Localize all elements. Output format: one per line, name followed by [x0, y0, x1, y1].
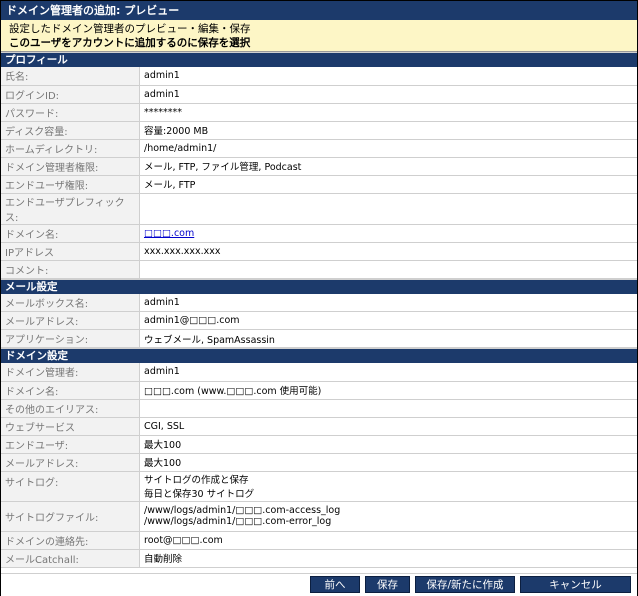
row-label: パスワード: — [1, 103, 140, 122]
row-value: 容量:2000 MB — [139, 121, 637, 140]
notice-box: 設定したドメイン管理者のプレビュー・編集・保存 このユーザをアカウントに追加する… — [1, 20, 637, 52]
preview-window: ドメイン管理者の追加: プレビュー 設定したドメイン管理者のプレビュー・編集・保… — [0, 0, 638, 596]
row-label: メールボックス名: — [1, 293, 140, 312]
row-value: 最大100 — [139, 435, 637, 454]
back-button[interactable]: 前へ — [310, 576, 360, 593]
table-row: ドメイン管理者: admin1 — [1, 363, 637, 382]
table-row: エンドユーザ: 最大100 — [1, 435, 637, 454]
row-label: アプリケーション: — [1, 329, 140, 348]
row-label: ドメインの連絡先: — [1, 531, 140, 550]
table-row: ドメイン名: □□□.com — [1, 224, 637, 243]
section-mail: メール設定 — [1, 278, 637, 294]
row-value: admin1 — [139, 67, 637, 86]
domain-link[interactable]: □□□.com — [144, 228, 194, 239]
sitelog-line-1: サイトログの作成と保存 — [144, 475, 249, 486]
table-row: エンドユーザ権限: メール, FTP — [1, 175, 637, 194]
table-row: アプリケーション: ウェブメール, SpamAssassin — [1, 329, 637, 348]
row-label: メールCatchall: — [1, 549, 140, 568]
table-row: ドメイン名: □□□.com (www.□□□.com 使用可能) — [1, 381, 637, 400]
table-row: ウェブサービス CGI, SSL — [1, 417, 637, 436]
row-label: 氏名: — [1, 67, 140, 86]
row-value: xxx.xxx.xxx.xxx — [139, 242, 637, 261]
row-value: ******** — [139, 103, 637, 122]
table-row: パスワード: ******** — [1, 103, 637, 122]
row-value: /www/logs/admin1/□□□.com-access_log /www… — [139, 501, 637, 532]
row-label: ホームディレクトリ: — [1, 139, 140, 158]
row-label: メールアドレス: — [1, 311, 140, 330]
section-domain: ドメイン設定 — [1, 348, 637, 363]
mail-table: メールボックス名: admin1 メールアドレス: admin1@□□□.com… — [1, 293, 637, 348]
logfile-line-1: /www/logs/admin1/□□□.com-access_log — [144, 505, 341, 516]
table-row: メールアドレス: 最大100 — [1, 453, 637, 472]
row-value: CGI, SSL — [139, 417, 637, 436]
row-label: ウェブサービス — [1, 417, 140, 436]
row-label: その他のエイリアス: — [1, 399, 140, 418]
row-label: IPアドレス — [1, 242, 140, 261]
table-row: 氏名: admin1 — [1, 67, 637, 86]
save-button[interactable]: 保存 — [365, 576, 410, 593]
window-title: ドメイン管理者の追加: プレビュー — [1, 1, 637, 20]
row-label: コメント: — [1, 260, 140, 279]
row-label: エンドユーザ権限: — [1, 175, 140, 194]
section-profile: プロフィール — [1, 52, 637, 67]
row-label: ドメイン管理者権限: — [1, 157, 140, 176]
table-row: ホームディレクトリ: /home/admin1/ — [1, 139, 637, 158]
domain-table: ドメイン管理者: admin1 ドメイン名: □□□.com (www.□□□.… — [1, 363, 637, 568]
row-label: メールアドレス: — [1, 453, 140, 472]
row-value: admin1 — [139, 363, 637, 382]
row-value: 自動削除 — [139, 549, 637, 568]
sitelog-line-2: 毎日と保存30 サイトログ — [144, 489, 255, 500]
row-value: ウェブメール, SpamAssassin — [139, 329, 637, 348]
table-row: その他のエイリアス: — [1, 399, 637, 418]
table-row: メールCatchall: 自動削除 — [1, 549, 637, 568]
button-bar: 前へ 保存 保存/新たに作成 キャンセル — [1, 573, 637, 596]
row-value — [139, 193, 637, 225]
row-value: 最大100 — [139, 453, 637, 472]
row-label: サイトログ: — [1, 471, 140, 502]
table-row: コメント: — [1, 260, 637, 279]
row-value: □□□.com (www.□□□.com 使用可能) — [139, 381, 637, 400]
row-label: サイトログファイル: — [1, 501, 140, 532]
table-row: ディスク容量: 容量:2000 MB — [1, 121, 637, 140]
table-row: エンドユーザプレフィックス: — [1, 193, 637, 225]
table-row: ドメインの連絡先: root@□□□.com — [1, 531, 637, 550]
row-label: ログインID: — [1, 85, 140, 104]
table-row: ログインID: admin1 — [1, 85, 637, 104]
row-value: /home/admin1/ — [139, 139, 637, 158]
row-value: メール, FTP — [139, 175, 637, 194]
row-value: サイトログの作成と保存 毎日と保存30 サイトログ — [139, 471, 637, 502]
table-row: メールボックス名: admin1 — [1, 293, 637, 312]
row-value: admin1 — [139, 85, 637, 104]
row-value — [139, 260, 637, 279]
row-value — [139, 399, 637, 418]
save-and-new-button[interactable]: 保存/新たに作成 — [415, 576, 515, 593]
row-value: メール, FTP, ファイル管理, Podcast — [139, 157, 637, 176]
table-row: サイトログファイル: /www/logs/admin1/□□□.com-acce… — [1, 501, 637, 532]
row-value: root@□□□.com — [139, 531, 637, 550]
row-label: ドメイン名: — [1, 224, 140, 243]
row-label: ドメイン名: — [1, 381, 140, 400]
row-value: admin1 — [139, 293, 637, 312]
table-row: ドメイン管理者権限: メール, FTP, ファイル管理, Podcast — [1, 157, 637, 176]
notice-line-1: 設定したドメイン管理者のプレビュー・編集・保存 — [9, 23, 251, 35]
row-label: ディスク容量: — [1, 121, 140, 140]
table-row: メールアドレス: admin1@□□□.com — [1, 311, 637, 330]
profile-table: 氏名: admin1 ログインID: admin1 パスワード: *******… — [1, 67, 637, 279]
notice-line-2: このユーザをアカウントに追加するのに保存を選択 — [9, 37, 251, 49]
row-label: エンドユーザ: — [1, 435, 140, 454]
table-row: IPアドレス xxx.xxx.xxx.xxx — [1, 242, 637, 261]
row-label: エンドユーザプレフィックス: — [1, 193, 140, 225]
row-label: ドメイン管理者: — [1, 363, 140, 382]
cancel-button[interactable]: キャンセル — [520, 576, 631, 593]
logfile-line-2: /www/logs/admin1/□□□.com-error_log — [144, 516, 332, 527]
row-value: admin1@□□□.com — [139, 311, 637, 330]
table-row: サイトログ: サイトログの作成と保存 毎日と保存30 サイトログ — [1, 471, 637, 502]
